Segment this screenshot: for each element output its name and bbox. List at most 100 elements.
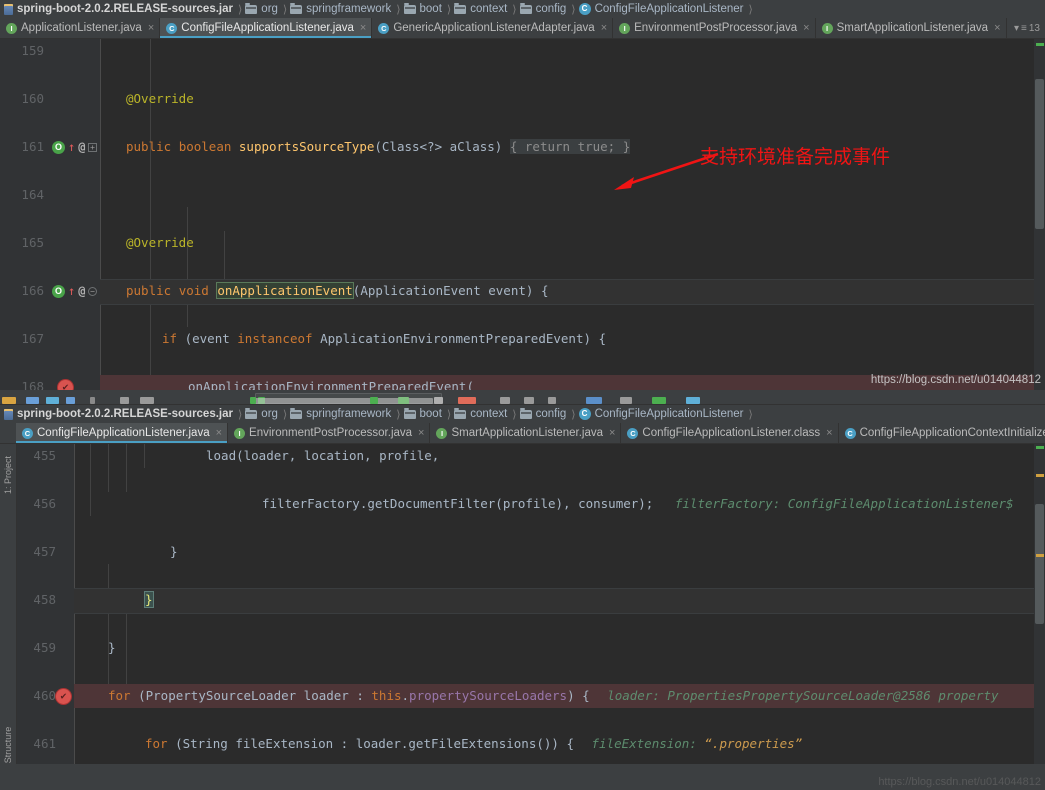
breadcrumb-label: context xyxy=(470,3,508,15)
tab-label: ConfigFileApplicationListener.java xyxy=(181,22,354,34)
interface-icon: I xyxy=(6,22,17,34)
tab-close-icon[interactable]: × xyxy=(360,22,366,34)
breadcrumb-separator: ⟩ xyxy=(748,3,753,16)
tab-label: EnvironmentPostProcessor.java xyxy=(634,22,798,34)
breadcrumb-item-class[interactable]: C ConfigFileApplicationListener xyxy=(577,3,748,15)
tab-application-listener[interactable]: I ApplicationListener.java × xyxy=(0,18,161,38)
interface-icon: I xyxy=(436,427,448,439)
breakpoint-icon[interactable]: ✔ xyxy=(58,379,73,390)
tab-close-icon[interactable]: × xyxy=(826,427,832,439)
code-editor-top[interactable]: 159 160 @Override 161 O ↑ @ + public boo… xyxy=(0,39,1045,390)
fold-expand-icon[interactable]: + xyxy=(88,143,97,152)
tab-close-icon[interactable]: × xyxy=(609,427,615,439)
tab-config-file-application-listener-class[interactable]: C ConfigFileApplicationListener.class × xyxy=(621,423,839,443)
breadcrumb-item-boot[interactable]: boot xyxy=(402,407,446,420)
annotation-marker-icon: @ xyxy=(78,140,86,154)
code-line[interactable]: 459 } xyxy=(0,636,1045,660)
tab-environment-post-processor[interactable]: I EnvironmentPostProcessor.java × xyxy=(613,18,816,38)
code-line-breakpoint[interactable]: 460 ✔ for (PropertySourceLoader loader :… xyxy=(0,684,1045,708)
folder-icon xyxy=(403,407,416,419)
breadcrumb-item-springframework[interactable]: springframework xyxy=(288,2,395,15)
override-marker-icon[interactable]: O xyxy=(52,284,65,298)
code-line[interactable]: 165 @Override xyxy=(0,231,1045,255)
tab-overflow-button[interactable]: ▾ ≡ 13 xyxy=(1009,18,1045,38)
editor-scrollbar-top[interactable] xyxy=(1034,39,1045,390)
code-line[interactable]: 456 filterFactory.getDocumentFilter(prof… xyxy=(0,492,1045,516)
arrow-up-icon: ↑ xyxy=(68,140,76,154)
editor-tabbar-top[interactable]: I ApplicationListener.java × C ConfigFil… xyxy=(0,18,1045,39)
arrow-up-icon: ↑ xyxy=(68,284,76,298)
tool-window-structure-label[interactable]: Structure xyxy=(3,723,13,764)
override-marker-icon[interactable]: O xyxy=(52,140,65,154)
code-line[interactable]: 166 O ↑ @ − public void onApplicationEve… xyxy=(0,279,1045,305)
code-line[interactable]: 164 xyxy=(0,183,1045,207)
code-line[interactable]: 455 load(loader, location, profile, xyxy=(0,444,1045,468)
code-line[interactable]: 457 } xyxy=(0,540,1045,564)
code-text: filterFactory.getDocumentFilter(profile)… xyxy=(262,496,654,511)
tab-config-file-application-listener[interactable]: C ConfigFileApplicationListener.java × xyxy=(16,423,229,443)
tool-window-left-strip[interactable]: 1: Project Structure xyxy=(0,444,17,764)
class-icon: C xyxy=(578,408,591,420)
code-line[interactable]: 160 @Override xyxy=(0,87,1045,111)
breadcrumb-label: ConfigFileApplicationListener xyxy=(594,408,744,420)
folder-icon xyxy=(519,407,532,419)
breadcrumb-item-jar[interactable]: spring-boot-2.0.2.RELEASE-sources.jar xyxy=(2,408,237,420)
code-line-caret[interactable]: 458 } xyxy=(0,588,1045,614)
line-number: 460 xyxy=(33,688,56,703)
tab-config-file-application-context-initializer[interactable]: C ConfigFileApplicationContextInitialize… xyxy=(839,423,1045,443)
folded-code-placeholder[interactable]: { return true; } xyxy=(509,139,631,154)
tab-overflow-count: 13 xyxy=(1028,22,1040,34)
code-annotation: @Override xyxy=(126,235,194,250)
breakpoint-icon[interactable]: ✔ xyxy=(56,688,71,704)
tab-config-file-application-listener[interactable]: C ConfigFileApplicationListener.java × xyxy=(160,18,373,38)
tab-smart-application-listener[interactable]: I SmartApplicationListener.java × xyxy=(816,18,1007,38)
tab-close-icon[interactable]: × xyxy=(601,22,607,34)
code-editor-bottom[interactable]: 1: Project Structure 455 load(loader, lo… xyxy=(0,444,1045,764)
folder-icon xyxy=(454,407,467,419)
breadcrumb-top[interactable]: spring-boot-2.0.2.RELEASE-sources.jar ⟩ … xyxy=(0,0,1045,18)
editor-tabbar-bottom[interactable]: C ConfigFileApplicationListener.java × I… xyxy=(0,423,1045,444)
breadcrumb-item-config[interactable]: config xyxy=(518,407,571,420)
fold-collapse-icon[interactable]: − xyxy=(88,287,97,296)
editor-scrollbar-bottom[interactable] xyxy=(1034,444,1045,764)
breadcrumb-item-org[interactable]: org xyxy=(243,407,282,420)
method-params: (Class<?> aClass) xyxy=(374,139,503,154)
code-line[interactable]: 159 xyxy=(0,39,1045,63)
breadcrumb-item-org[interactable]: org xyxy=(243,2,282,15)
tab-close-icon[interactable]: × xyxy=(994,22,1000,34)
code-line[interactable]: 461 for (String fileExtension : loader.g… xyxy=(0,732,1045,756)
breadcrumb-item-context[interactable]: context xyxy=(452,2,511,15)
code-line[interactable]: 167 if (event instanceof ApplicationEnvi… xyxy=(0,327,1045,351)
tab-environment-post-processor[interactable]: I EnvironmentPostProcessor.java × xyxy=(228,423,431,443)
breadcrumb-item-jar[interactable]: spring-boot-2.0.2.RELEASE-sources.jar xyxy=(2,3,237,15)
breadcrumb-item-config[interactable]: config xyxy=(518,2,571,15)
watermark-url-bottom: https://blog.csdn.net/u014044812 xyxy=(878,776,1041,788)
tab-label: ApplicationListener.java xyxy=(21,22,142,34)
tab-close-icon[interactable]: × xyxy=(803,22,809,34)
code-text: ApplicationEnvironmentPreparedEvent) { xyxy=(312,331,607,346)
keyword-public: public xyxy=(126,283,172,298)
tab-smart-application-listener[interactable]: I SmartApplicationListener.java × xyxy=(430,423,622,443)
class-icon: C xyxy=(844,427,856,439)
breadcrumb-label: config xyxy=(535,408,567,420)
method-params: (ApplicationEvent event) { xyxy=(352,283,549,298)
ide-toolbar-sliver[interactable] xyxy=(0,390,1045,405)
tab-close-icon[interactable]: × xyxy=(148,22,154,34)
line-number: 456 xyxy=(33,496,56,511)
method-name: onApplicationEvent xyxy=(216,282,354,299)
tool-window-project-label[interactable]: 1: Project xyxy=(3,453,13,497)
breadcrumb-label: spring-boot-2.0.2.RELEASE-sources.jar xyxy=(17,3,233,15)
tab-label: SmartApplicationListener.java xyxy=(451,427,603,439)
breadcrumb-item-class[interactable]: C ConfigFileApplicationListener xyxy=(577,408,748,420)
tab-close-icon[interactable]: × xyxy=(418,427,424,439)
breadcrumb-item-boot[interactable]: boot xyxy=(402,2,446,15)
tab-generic-application-listener-adapter[interactable]: C GenericApplicationListenerAdapter.java… xyxy=(372,18,614,38)
jar-icon xyxy=(4,408,13,420)
tab-close-icon[interactable]: × xyxy=(216,427,222,439)
breadcrumb-item-springframework[interactable]: springframework xyxy=(288,407,395,420)
breadcrumb-bottom[interactable]: spring-boot-2.0.2.RELEASE-sources.jar ⟩ … xyxy=(0,405,1045,423)
breadcrumb-item-context[interactable]: context xyxy=(452,407,511,420)
interface-icon: I xyxy=(619,22,631,34)
line-number: 168 xyxy=(21,379,44,390)
code-text: (String fileExtension : loader.getFileEx… xyxy=(175,736,574,751)
